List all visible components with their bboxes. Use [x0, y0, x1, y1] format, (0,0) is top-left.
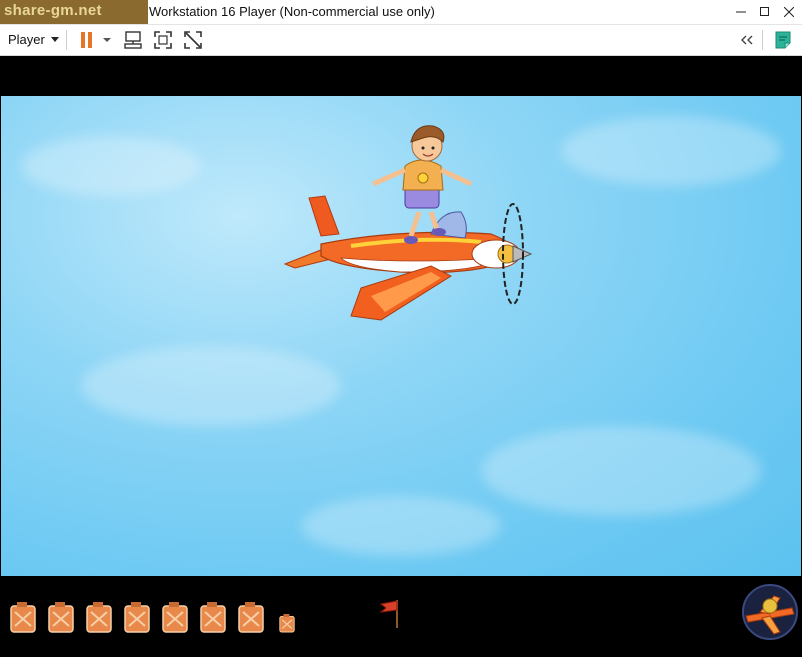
fuel-canister-icon [124, 602, 150, 633]
fullscreen-button[interactable] [152, 29, 174, 51]
sky-background [1, 96, 801, 576]
double-chevron-left-icon [741, 35, 753, 45]
minimize-icon [736, 11, 746, 13]
send-ctrl-alt-del-button[interactable] [122, 29, 144, 51]
cloud [21, 136, 201, 196]
fuel-canister-icon [48, 602, 74, 633]
watermark-logo: share-gm.net [0, 0, 148, 24]
cloud [301, 496, 501, 556]
flag-icon [379, 600, 398, 628]
player-menu-label: Player [8, 32, 45, 47]
maximize-icon [760, 7, 769, 16]
close-icon [784, 7, 794, 17]
airplane-emblem-icon[interactable] [740, 582, 800, 642]
toolbar-divider [762, 30, 763, 50]
fuel-canister-icon [10, 602, 36, 633]
toolbar-divider [66, 30, 67, 50]
player-menu-button[interactable]: Player [8, 32, 59, 47]
window-title: Workstation 16 Player (Non-commercial us… [149, 4, 435, 19]
pause-icon [81, 32, 92, 48]
unity-icon [184, 31, 202, 49]
ctrl-alt-del-icon [124, 31, 142, 49]
watermark-text: share-gm.net [4, 2, 102, 19]
fuel-canister-icon [162, 602, 188, 633]
caret-down-icon [103, 38, 111, 42]
fullscreen-icon [154, 31, 172, 49]
fuel-canister-icon [200, 602, 226, 633]
notes-button[interactable] [772, 29, 794, 51]
toolbar: Player [0, 25, 802, 56]
close-button[interactable] [774, 0, 802, 24]
unity-button[interactable] [182, 29, 204, 51]
cloud [561, 116, 781, 186]
vm-game-viewport[interactable] [0, 56, 802, 657]
fuel-canister-icon [86, 602, 112, 633]
fuel-canister-icon [238, 602, 264, 633]
cloud [81, 346, 341, 426]
cloud [481, 426, 761, 516]
fuel-canister-small-icon [279, 614, 295, 633]
title-bar: share-gm.net Workstation 16 Player (Non-… [0, 0, 802, 25]
pause-button[interactable] [76, 29, 98, 51]
collapse-toolbar-button[interactable] [736, 29, 758, 51]
airplane-with-boy-sprite [283, 125, 533, 321]
pause-dropdown-button[interactable] [100, 29, 114, 51]
notes-icon [775, 31, 791, 49]
caret-down-icon [50, 37, 59, 42]
game-hud [0, 576, 802, 657]
